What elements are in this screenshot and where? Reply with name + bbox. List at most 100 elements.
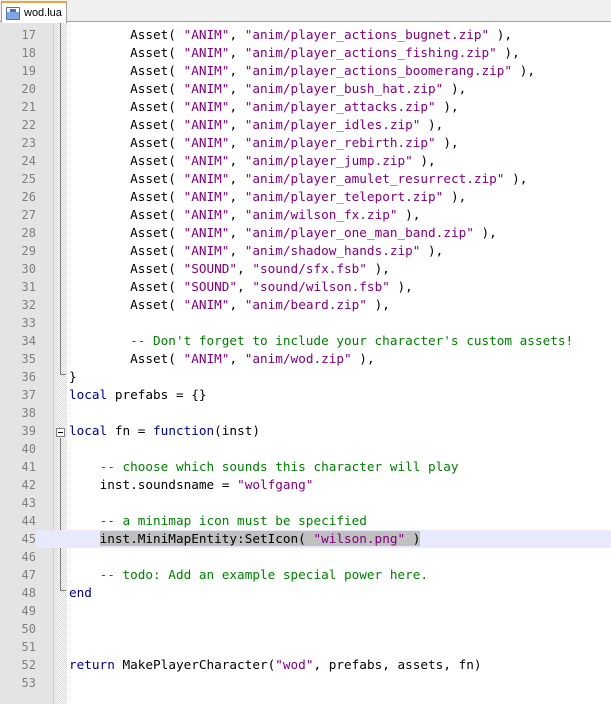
code-line[interactable]: 45 inst.MiniMapEntity:SetIcon( "wilson.p…	[0, 530, 611, 548]
code-token: "anim/player_attacks.zip"	[244, 99, 436, 114]
save-icon	[6, 6, 20, 20]
code-token: ),	[420, 243, 444, 258]
tab-wod-lua[interactable]: wod.lua	[1, 1, 67, 23]
line-code: Asset( "SOUND", "sound/wilson.fsb" ),	[69, 278, 413, 296]
code-line[interactable]: 23 Asset( "ANIM", "anim/player_rebirth.z…	[0, 134, 611, 152]
code-token: "ANIM"	[183, 351, 230, 366]
code-token: ),	[351, 351, 375, 366]
code-token: end	[69, 585, 92, 600]
code-token: -- todo: Add an example special power he…	[99, 567, 429, 582]
code-line[interactable]: 42 inst.soundsname = "wolfgang"	[0, 476, 611, 494]
code-line[interactable]: 21 Asset( "ANIM", "anim/player_attacks.z…	[0, 98, 611, 116]
line-code: Asset( "ANIM", "anim/player_actions_fish…	[69, 44, 520, 62]
line-number: 24	[21, 154, 36, 168]
code-token: inst.soundsname =	[99, 477, 238, 492]
code-line[interactable]: 24 Asset( "ANIM", "anim/player_jump.zip"…	[0, 152, 611, 170]
code-line[interactable]: 30 Asset( "SOUND", "sound/sfx.fsb" ),	[0, 260, 611, 278]
code-line[interactable]: 36}	[0, 368, 611, 386]
code-token: ),	[366, 261, 390, 276]
code-line[interactable]: 20 Asset( "ANIM", "anim/player_bush_hat.…	[0, 80, 611, 98]
code-line[interactable]: 32 Asset( "ANIM", "anim/beard.zip" ),	[0, 296, 611, 314]
code-line[interactable]: 22 Asset( "ANIM", "anim/player_idles.zip…	[0, 116, 611, 134]
code-token: local	[69, 387, 108, 402]
code-token: MakePlayerCharacter(	[114, 657, 276, 672]
code-token: ),	[366, 297, 390, 312]
code-token: ,	[229, 243, 245, 258]
line-number: 35	[21, 352, 36, 366]
code-line[interactable]: 39 local fn = function(inst)	[0, 422, 611, 440]
code-line[interactable]: 37 local prefabs = {}	[0, 386, 611, 404]
line-code: Asset( "ANIM", "anim/player_actions_boom…	[69, 62, 535, 80]
code-token: "anim/player_jump.zip"	[244, 153, 413, 168]
code-token: "ANIM"	[183, 135, 230, 150]
code-line[interactable]: 49	[0, 602, 611, 620]
code-line[interactable]: 35 Asset( "ANIM", "anim/wod.zip" ),	[0, 350, 611, 368]
line-number: 49	[21, 604, 36, 618]
code-line[interactable]: 53	[0, 674, 611, 692]
code-line[interactable]: 31 Asset( "SOUND", "sound/wilson.fsb" ),	[0, 278, 611, 296]
line-number: 51	[21, 640, 36, 654]
code-line[interactable]: 43	[0, 494, 611, 512]
code-line[interactable]: 25 Asset( "ANIM", "anim/player_amulet_re…	[0, 170, 611, 188]
line-number: 46	[21, 550, 36, 564]
code-token: Asset(	[130, 243, 184, 258]
code-line[interactable]: 18 Asset( "ANIM", "anim/player_actions_f…	[0, 44, 611, 62]
line-number: 21	[21, 100, 36, 114]
line-number: 52	[21, 658, 36, 672]
code-token: ),	[443, 81, 467, 96]
line-code: Asset( "ANIM", "anim/player_bush_hat.zip…	[69, 80, 466, 98]
code-line[interactable]: 40	[0, 440, 611, 458]
line-number: 38	[21, 406, 36, 420]
code-editor[interactable]: 17 Asset( "ANIM", "anim/player_actions_b…	[0, 23, 611, 704]
code-line[interactable]: 29 Asset( "ANIM", "anim/shadow_hands.zip…	[0, 242, 611, 260]
code-line[interactable]: 28 Asset( "ANIM", "anim/player_one_man_b…	[0, 224, 611, 242]
code-line[interactable]: 19 Asset( "ANIM", "anim/player_actions_b…	[0, 62, 611, 80]
line-code: Asset( "ANIM", "anim/shadow_hands.zip" )…	[69, 242, 443, 260]
code-line[interactable]: 26 Asset( "ANIM", "anim/player_teleport.…	[0, 188, 611, 206]
code-line[interactable]: 51	[0, 638, 611, 656]
line-number: 32	[21, 298, 36, 312]
code-token: ),	[504, 171, 528, 186]
code-token: Asset(	[130, 261, 184, 276]
code-token: "anim/shadow_hands.zip"	[244, 243, 421, 258]
code-token: Asset(	[130, 63, 184, 78]
code-line[interactable]: 27 Asset( "ANIM", "anim/wilson_fx.zip" )…	[0, 206, 611, 224]
line-number: 37	[21, 388, 36, 402]
code-line[interactable]: 48 end	[0, 584, 611, 602]
line-number: 41	[21, 460, 36, 474]
code-line[interactable]: 50	[0, 620, 611, 638]
code-line[interactable]: 52 return MakePlayerCharacter("wod", pref…	[0, 656, 611, 674]
code-token: ),	[435, 135, 459, 150]
line-code: Asset( "ANIM", "anim/wilson_fx.zip" ),	[69, 206, 420, 224]
code-line[interactable]: 33	[0, 314, 611, 332]
code-line[interactable]: 34 -- Don't forget to include your chara…	[0, 332, 611, 350]
line-number: 40	[21, 442, 36, 456]
code-line[interactable]: 46	[0, 548, 611, 566]
line-code: Asset( "ANIM", "anim/player_amulet_resur…	[69, 170, 527, 188]
code-line[interactable]: 41 -- choose which sounds this character…	[0, 458, 611, 476]
code-token: ),	[496, 45, 520, 60]
line-number: 27	[21, 208, 36, 222]
code-line[interactable]: 38	[0, 404, 611, 422]
code-token: -- a minimap icon must be specified	[99, 513, 367, 528]
line-number: 50	[21, 622, 36, 636]
code-token: Asset(	[130, 99, 184, 114]
line-number: 23	[21, 136, 36, 150]
code-token: ,	[229, 171, 245, 186]
code-token: "sound/sfx.fsb"	[252, 261, 367, 276]
code-line[interactable]: 44 -- a minimap icon must be specified	[0, 512, 611, 530]
line-code: Asset( "ANIM", "anim/player_jump.zip" ),	[69, 152, 436, 170]
code-token: ,	[229, 225, 245, 240]
code-line[interactable]: 17 Asset( "ANIM", "anim/player_actions_b…	[0, 26, 611, 44]
line-number: 53	[21, 676, 36, 690]
line-number: 20	[21, 82, 36, 96]
line-number: 42	[21, 478, 36, 492]
line-code: local prefabs = {}	[69, 386, 207, 404]
code-line[interactable]: 47 -- todo: Add an example special power…	[0, 566, 611, 584]
code-token: "ANIM"	[183, 63, 230, 78]
